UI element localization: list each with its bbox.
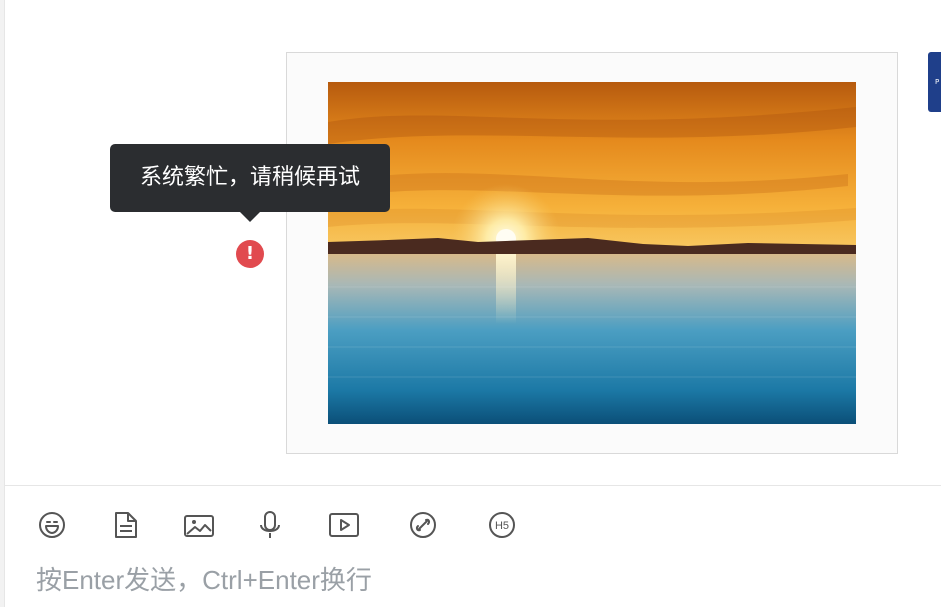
peer-avatar[interactable]: P [928,52,941,112]
emoji-icon[interactable] [36,507,72,543]
link-icon[interactable] [405,507,441,543]
microphone-icon[interactable] [252,507,288,543]
tooltip-arrow [240,212,260,222]
file-icon[interactable] [108,507,144,543]
image-message[interactable] [286,52,898,454]
sunset-image [328,82,856,424]
video-icon[interactable] [326,507,362,543]
h5-icon[interactable]: H5 [484,507,520,543]
error-icon[interactable]: ! [236,240,264,268]
composer-divider [5,485,941,486]
error-tooltip: 系统繁忙，请稍候再试 [110,144,390,212]
svg-text:H5: H5 [495,520,509,532]
left-panel-border [0,0,5,607]
chat-window: P 系统繁忙，请稍候再试 ! H5 按Enter发送，Ctrl+Enter换行 [0,0,941,607]
message-image[interactable] [328,82,856,424]
message-input[interactable] [36,562,916,598]
image-icon[interactable] [181,507,217,543]
